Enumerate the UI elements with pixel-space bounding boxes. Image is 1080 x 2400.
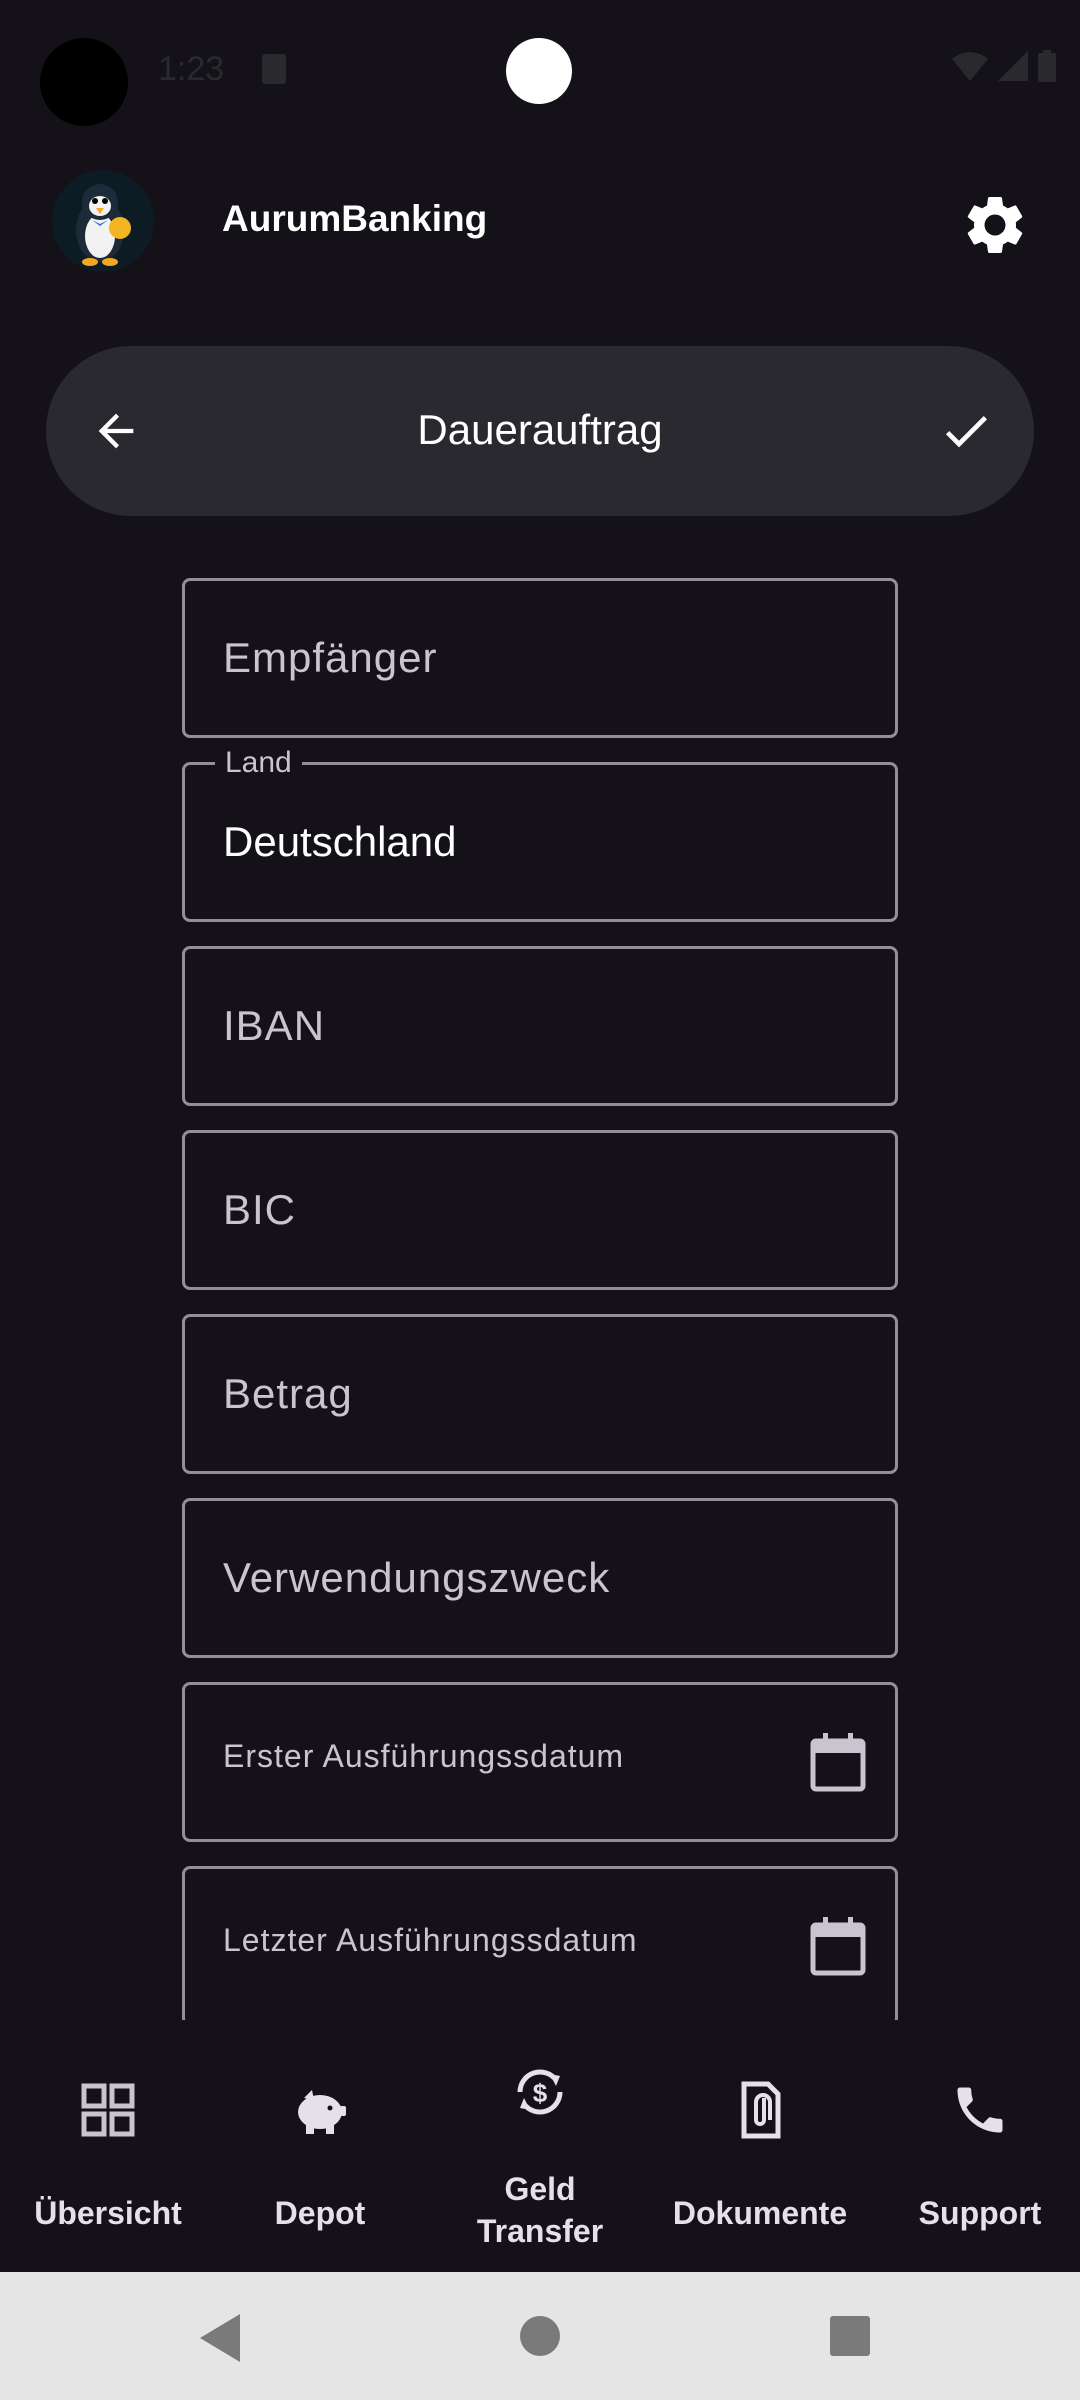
- nav-label-support: Support: [918, 2195, 1042, 2231]
- purpose-input[interactable]: [223, 1501, 823, 1655]
- penguin-logo-icon: [52, 170, 154, 272]
- bic-input[interactable]: [223, 1133, 823, 1287]
- recipient-input[interactable]: [223, 581, 823, 735]
- country-field: Land: [182, 747, 898, 922]
- amount-field: [182, 1314, 898, 1474]
- last-date-input[interactable]: [223, 1863, 823, 2017]
- app-header: AurumBanking: [0, 160, 1080, 280]
- nav-item-support[interactable]: Support: [872, 2040, 1080, 2272]
- confirm-button[interactable]: [926, 391, 1006, 471]
- first-date-field: [182, 1679, 898, 1842]
- wifi-icon: [952, 52, 988, 81]
- svg-text:$: $: [533, 2078, 548, 2108]
- nav-item-depot[interactable]: Depot: [212, 2040, 428, 2272]
- country-input[interactable]: [223, 765, 823, 919]
- sim-card-icon: [262, 54, 286, 84]
- currency-exchange-icon: $: [517, 2069, 563, 2115]
- calendar-icon: [810, 1733, 866, 1792]
- standing-order-form: Land: [0, 560, 1080, 2020]
- check-icon: [945, 416, 987, 448]
- nav-item-overview[interactable]: Übersicht: [0, 2040, 216, 2272]
- last-date-field: [182, 1863, 898, 2020]
- system-navigation-bar: [0, 2272, 1080, 2400]
- nav-label-overview: Übersicht: [34, 2195, 182, 2231]
- phone-icon: [957, 2087, 1003, 2133]
- signal-icon: [998, 51, 1028, 81]
- app-title: AurumBanking: [222, 198, 488, 239]
- status-bar: 1:23: [0, 0, 1080, 130]
- piggy-bank-icon: [298, 2090, 346, 2134]
- first-date-input[interactable]: [223, 1679, 823, 1833]
- system-home-icon[interactable]: [520, 2316, 560, 2356]
- grid-icon: [81, 2083, 135, 2137]
- penguin-logo-avatar[interactable]: [52, 170, 154, 272]
- nav-label-money-transfer: Geld Transfer: [476, 2171, 604, 2249]
- screen-title: Dauerauftrag: [417, 406, 663, 453]
- battery-icon: [1038, 50, 1056, 82]
- system-back-icon[interactable]: [200, 2314, 240, 2362]
- calendar-icon: [810, 1917, 866, 1976]
- system-status-icons: [952, 50, 1056, 82]
- status-time: 1:23: [158, 50, 225, 88]
- front-camera-cutout: [40, 38, 128, 126]
- amount-input[interactable]: [223, 1317, 823, 1471]
- iban-input[interactable]: [223, 949, 823, 1103]
- file-attachment-icon: [741, 2081, 781, 2139]
- nav-item-documents[interactable]: Dokumente: [652, 2040, 868, 2272]
- nav-item-money-transfer[interactable]: $ Geld Transfer: [432, 2040, 648, 2272]
- top-app-bar: Dauerauftrag: [46, 346, 1034, 516]
- settings-button[interactable]: [960, 190, 1030, 260]
- nav-label-depot: Depot: [274, 2195, 366, 2231]
- system-recents-icon[interactable]: [830, 2316, 870, 2356]
- camera-dot: [506, 38, 572, 104]
- recipient-field: [182, 578, 898, 738]
- last-date-calendar-button[interactable]: [809, 1917, 867, 1977]
- nav-label-documents: Dokumente: [672, 2195, 848, 2231]
- bottom-navigation: Übersicht Depot $ Geld Transfer Dokument…: [0, 2040, 1080, 2272]
- purpose-field: [182, 1498, 898, 1658]
- first-date-calendar-button[interactable]: [809, 1733, 867, 1793]
- bic-field: [182, 1130, 898, 1290]
- gear-icon: [967, 196, 1023, 253]
- iban-field: [182, 946, 898, 1106]
